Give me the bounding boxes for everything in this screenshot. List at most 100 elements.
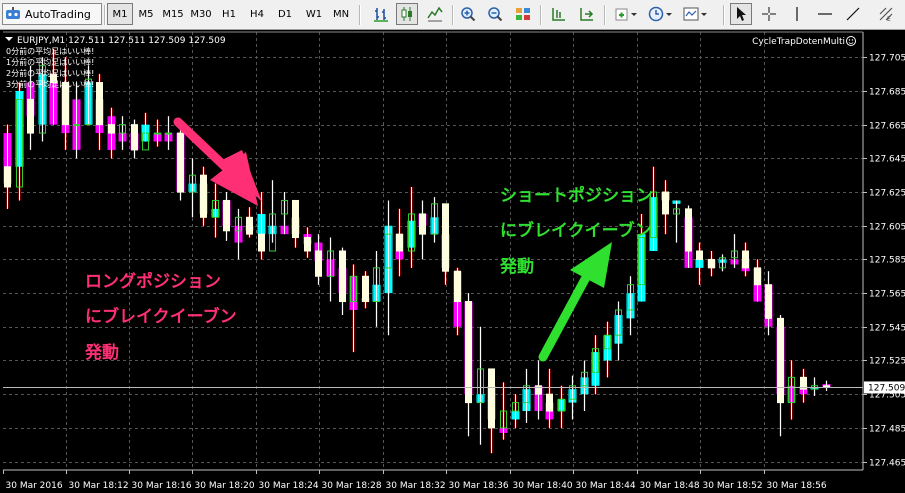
tile-windows-icon — [516, 8, 530, 20]
time-tick-label: 30 Mar 18:48 — [640, 481, 700, 491]
price-chart[interactable]: 127.705 127.685 127.665 127.645 127.625 127.6… — [0, 30, 905, 493]
price-tick-label: 127.665 — [869, 122, 905, 132]
price-tick-label: 127.545 — [869, 324, 905, 334]
candle-body — [339, 250, 346, 303]
vertical-line-button[interactable] — [786, 3, 808, 25]
candle-body — [777, 317, 784, 404]
chart-symbol-line: EURJPY,M1 127.511 127.511 127.509 127.50… — [17, 36, 226, 46]
price-tick-label: 127.565 — [869, 290, 905, 300]
candle-body — [696, 250, 703, 260]
line-chart-button[interactable] — [424, 3, 446, 25]
autotrading-icon — [6, 7, 20, 19]
toolbar-separator — [104, 5, 106, 25]
indicator-name-label: CycleTrapDotenMulti — [752, 37, 845, 47]
toolbar-separator — [723, 5, 725, 25]
time-tick-label: 30 Mar 18:36 — [449, 481, 509, 491]
candle-body — [546, 393, 553, 412]
tile-windows-button[interactable] — [512, 3, 534, 25]
price-tick-label: 127.585 — [869, 256, 905, 266]
toolbar-separator — [359, 5, 361, 25]
chart-shift-button[interactable] — [548, 3, 570, 25]
autotrading-button[interactable]: AutoTrading — [2, 3, 102, 25]
short-annotation-line-1: ショートポジション — [500, 185, 653, 206]
periods-button[interactable] — [645, 3, 677, 25]
candle-body — [396, 233, 403, 252]
candle-body — [165, 132, 172, 135]
toolbar: AutoTrading M1 M5 M15 M30 H1 H4 D1 W1 MN — [0, 0, 905, 30]
candle-body — [742, 250, 749, 269]
autoscroll-button[interactable] — [576, 3, 598, 25]
price-tick-label: 127.685 — [869, 88, 905, 98]
line-tools-button[interactable]: E — [874, 3, 898, 25]
candle-body — [662, 191, 669, 215]
price-tick-label: 127.465 — [869, 459, 905, 469]
time-tick-label: 30 Mar 18:40 — [513, 481, 573, 491]
time-tick-label: 30 Mar 18:32 — [386, 481, 446, 491]
candle-body — [315, 250, 322, 277]
templates-icon — [683, 7, 707, 21]
bar-chart-icon — [374, 8, 388, 22]
bar-chart-button[interactable] — [370, 3, 392, 25]
candle-body — [765, 284, 772, 319]
timeframe-m15-button[interactable]: M15 — [160, 3, 186, 25]
toolbar-separator — [604, 5, 606, 25]
indicators-button[interactable] — [612, 3, 642, 25]
candle-body — [246, 216, 253, 235]
horizontal-line-button[interactable] — [814, 3, 836, 25]
timeframe-m1-button[interactable]: M1 — [107, 3, 133, 25]
zoom-in-button[interactable] — [457, 3, 479, 25]
info-line-1: 1分前の平均足はいい棒! — [6, 57, 94, 67]
autoscroll-icon — [580, 8, 594, 21]
candle-body — [292, 199, 299, 239]
candle-body — [73, 124, 80, 127]
info-line-3: 3分前の平均足はいい棒! — [6, 79, 94, 89]
long-annotation-line-1: ロングポジション — [85, 271, 221, 292]
vertical-line-icon — [796, 7, 798, 21]
crosshair-button[interactable] — [758, 3, 780, 25]
toolbar-separator — [540, 5, 542, 25]
periods-icon — [648, 6, 672, 22]
toolbar-separator — [452, 5, 454, 25]
info-line-2: 2分前の平均足はいい棒! — [6, 68, 94, 78]
zoom-out-button[interactable] — [484, 3, 506, 25]
long-annotation-line-2: にブレイクイーブン — [85, 306, 237, 327]
candlestick-icon — [401, 7, 412, 21]
candle-body — [223, 199, 230, 232]
horizontal-line-icon — [818, 13, 832, 15]
timeframe-h4-button[interactable]: H4 — [244, 3, 270, 25]
candle-body — [4, 166, 11, 188]
timeframe-h1-button[interactable]: H1 — [216, 3, 242, 25]
time-tick-label: 30 Mar 18:12 — [69, 481, 129, 491]
timeframe-d1-button[interactable]: D1 — [272, 3, 298, 25]
autotrading-label: AutoTrading — [25, 7, 91, 21]
trendline-button[interactable] — [842, 3, 864, 25]
candle-body — [442, 203, 449, 272]
timeframe-w1-button[interactable]: W1 — [301, 3, 327, 25]
price-tick-label: 127.625 — [869, 189, 905, 199]
price-tick-label: 127.485 — [869, 425, 905, 435]
timeframe-m30-button[interactable]: M30 — [188, 3, 214, 25]
info-line-0: 0分前の平均足はいい棒! — [6, 46, 94, 56]
cursor-button[interactable] — [730, 3, 752, 25]
time-tick-label: 30 Mar 18:56 — [767, 481, 827, 491]
candle-body — [177, 132, 184, 193]
indicators-icon — [615, 8, 637, 21]
templates-button[interactable] — [680, 3, 712, 25]
candle-body — [304, 237, 311, 252]
time-tick-label: 30 Mar 18:52 — [703, 481, 763, 491]
candle-body — [708, 258, 715, 269]
timeframe-m5-button[interactable]: M5 — [133, 3, 159, 25]
candlestick-button[interactable] — [396, 3, 418, 25]
price-tick-label: 127.705 — [869, 54, 905, 64]
candle-body — [488, 368, 495, 429]
candle-body — [685, 208, 692, 252]
timeframe-mn-button[interactable]: MN — [328, 3, 354, 25]
zoom-in-icon — [461, 7, 476, 22]
price-tick-label: 127.605 — [869, 223, 905, 233]
line-tools-icon: E — [879, 7, 893, 23]
candle-body — [754, 267, 761, 286]
cursor-icon — [737, 7, 746, 21]
price-tick-label: 127.645 — [869, 155, 905, 165]
candle-body — [96, 82, 103, 126]
trendline-icon — [846, 7, 860, 21]
